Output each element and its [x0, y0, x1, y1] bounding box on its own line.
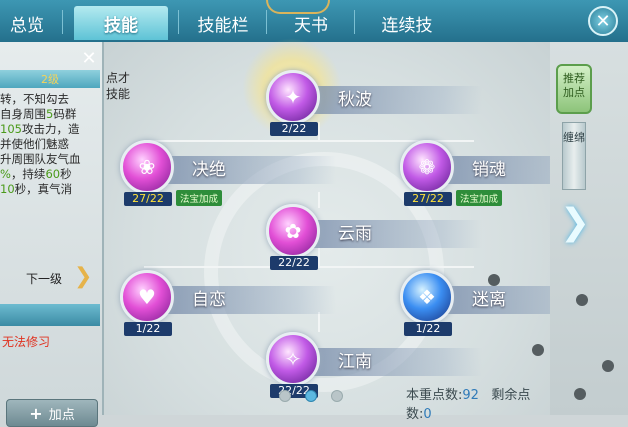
tab-separator — [266, 10, 267, 34]
skill-points: 1/22 — [124, 322, 172, 336]
description-line: 10秒，真气消 — [0, 182, 100, 197]
tab-separator — [62, 10, 63, 34]
chevron-right-icon[interactable]: ❯ — [560, 202, 590, 250]
marker-icon — [488, 274, 500, 286]
description-text: 转，不知勾去 — [0, 92, 69, 106]
description-text: 秒，真气消 — [14, 182, 73, 196]
tab-skills[interactable]: 技能 — [74, 6, 168, 40]
page-indicator — [279, 390, 343, 402]
skill-name: 江南 — [292, 348, 482, 376]
right-sidebar: 推荐加点 缠绵 ❯ — [550, 42, 628, 415]
close-icon: ✕ — [595, 10, 611, 32]
tab-separator — [354, 10, 355, 34]
description-text: 攻击力，造 — [21, 122, 80, 136]
description-line: 转，不知勾去 — [0, 92, 100, 107]
skill-name: 秋波 — [292, 86, 482, 114]
points-summary: 本重点数:92 剩余点数:0 — [406, 384, 550, 422]
skill-level-label: 2级 — [41, 73, 59, 86]
cannot-train-label: 无法修习 — [2, 335, 51, 349]
description-line: 并使他们魅惑 — [0, 137, 100, 152]
description-text: 60 — [45, 167, 61, 181]
skill-points: 22/22 — [270, 256, 318, 270]
skill-orb-icon: ✿ — [266, 204, 320, 258]
add-point-button[interactable]: + 加点 — [6, 399, 98, 427]
marker-icon — [576, 294, 588, 306]
next-level-label[interactable]: 下一级 — [26, 270, 62, 287]
skill-orb-icon: ❖ — [400, 270, 454, 324]
skill-detail-panel: ✕ 2级 转，不知勾去 自身周围5码群 105攻击力，造 并使他们魅惑 升周围队友气血%… — [0, 42, 104, 427]
marker-icon — [532, 344, 544, 356]
tab-overview[interactable]: 总览 — [2, 6, 52, 40]
tab-separator — [178, 10, 179, 34]
skill-name: 决绝 — [146, 156, 336, 184]
page-dot-active[interactable] — [305, 390, 317, 402]
skill-scroll-tab[interactable]: 缠绵 — [562, 122, 586, 190]
points-this-value: 92 — [462, 388, 479, 403]
description-text: 10 — [0, 182, 15, 196]
description-line: %，持续60秒 — [0, 167, 100, 182]
skill-level-bar: 2级 — [0, 70, 100, 88]
skill-description: 转，不知勾去 自身周围5码群 105攻击力，造 并使他们魅惑 升周围队友气血 %，持续60… — [0, 92, 100, 197]
points-hint: 点才 技能 — [106, 70, 130, 102]
tab-skill-bar[interactable]: 技能栏 — [188, 6, 258, 40]
tab-bar: 总览 技能 技能栏 天书 连续技 ✕ — [0, 0, 628, 42]
skill-orb-icon: ✧ — [266, 332, 320, 386]
treasure-bonus-badge: 法宝加成 — [176, 190, 223, 206]
add-point-label: 加点 — [48, 407, 75, 423]
requirement-bar — [0, 304, 100, 326]
description-text: % — [0, 167, 11, 181]
skill-orb-icon: ❁ — [400, 140, 454, 194]
close-button[interactable]: ✕ — [588, 6, 618, 36]
skill-orb-icon: ✦ — [266, 70, 320, 124]
skill-orb-icon: ❀ — [120, 140, 174, 194]
description-text: 并使他们魅惑 — [0, 137, 69, 151]
skill-name: 自恋 — [146, 286, 336, 314]
plus-icon: + — [29, 403, 43, 423]
description-text: 秒 — [60, 167, 72, 181]
page-dot[interactable] — [279, 390, 291, 402]
skill-orb-icon: ♥ — [120, 270, 174, 324]
skill-points: 27/22 — [124, 192, 172, 206]
marker-icon — [602, 360, 614, 372]
recommend-points-button[interactable]: 推荐加点 — [556, 64, 592, 114]
tab-combo-skills[interactable]: 连续技 — [364, 6, 450, 40]
description-line: 105攻击力，造 — [0, 122, 100, 137]
description-line: 升周围队友气血 — [0, 152, 100, 167]
description-text: 105 — [0, 122, 22, 136]
description-text: 自身周围 — [0, 107, 46, 121]
marker-icon — [574, 388, 586, 400]
skill-name: 云雨 — [292, 220, 482, 248]
points-hint-line: 技能 — [106, 87, 131, 101]
description-text: 码群 — [53, 107, 77, 121]
page-dot[interactable] — [331, 390, 343, 402]
chevron-right-icon[interactable]: ❯ — [74, 264, 92, 289]
skill-node-qiubo[interactable]: 秋波 ✦ 2/22 — [266, 70, 496, 150]
skill-points: 2/22 — [270, 122, 318, 136]
description-line: 自身周围5码群 — [0, 107, 100, 122]
points-this-label: 本重点数: — [406, 388, 463, 403]
skill-tree: 点才 技能 秋波 ✦ 2/22 决绝 ❀ 27/22 法宝加成 销魂 ❁ 27/… — [104, 38, 616, 422]
tab-heavenly-book[interactable]: 天书 — [278, 6, 344, 40]
description-text: ，持续 — [10, 167, 46, 181]
description-text: 升周围队友气血 — [0, 152, 81, 166]
pin-icon[interactable]: ✕ — [78, 48, 100, 70]
points-hint-line: 点才 — [106, 71, 131, 85]
